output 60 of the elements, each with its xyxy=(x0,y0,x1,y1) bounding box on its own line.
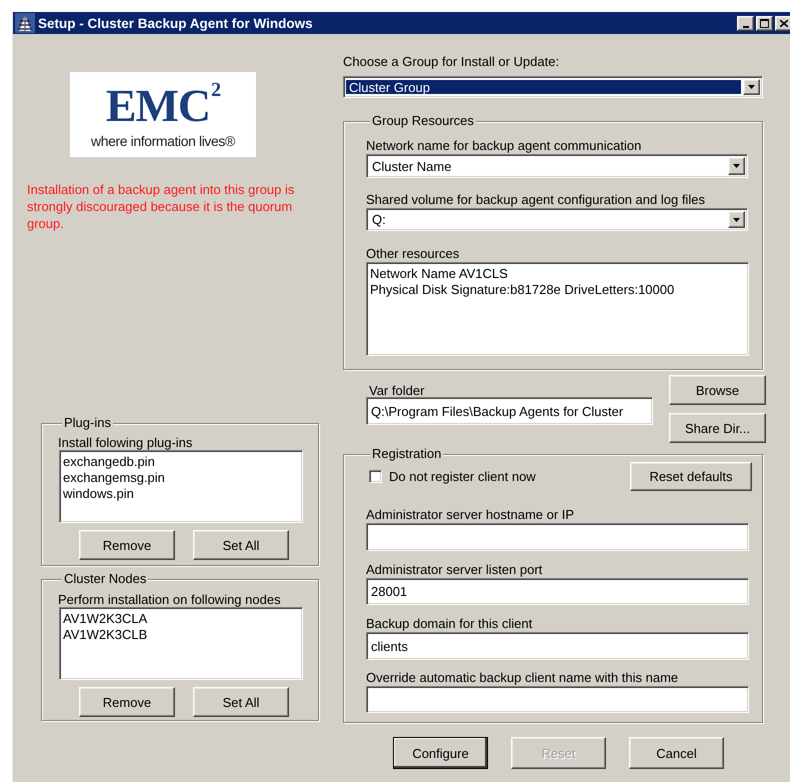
minimize-button[interactable] xyxy=(737,16,754,30)
warning-message: Installation of a backup agent into this group is strongly discouraged because it is the quorum group. xyxy=(27,181,296,232)
caret-icon xyxy=(733,218,740,222)
group-title: Group Resources xyxy=(370,113,476,129)
list-label: Install folowing plug-ins xyxy=(58,436,194,450)
list-item[interactable]: AV1W2K3CLB xyxy=(63,627,299,643)
dropdown-button[interactable] xyxy=(728,211,745,228)
field-label: Choose a Group for Install or Update: xyxy=(343,54,560,70)
text-field[interactable] xyxy=(366,686,749,713)
folder-button[interactable]: Browse xyxy=(669,375,766,405)
field-label: Administrator server hostname or IP xyxy=(366,507,576,523)
dialog-button[interactable]: Configure xyxy=(393,737,488,769)
text-field[interactable] xyxy=(366,523,749,551)
resource-line: Physical Disk Signature:b81728e DriveLetters:10000 xyxy=(370,282,676,298)
list-item[interactable]: exchangedb.pin xyxy=(63,454,299,470)
reset-defaults-button[interactable]: Reset defaults xyxy=(630,462,752,491)
checkbox-label: Do not register client now xyxy=(389,469,536,484)
logo-wordmark: EMC$^{2}$ xyxy=(106,84,220,128)
group-title: Registration xyxy=(370,446,444,462)
list-button[interactable]: Remove xyxy=(79,687,175,717)
resources-box[interactable]: Network Name AV1CLS Physical Disk Signature:b81728e DriveLetters:10000 xyxy=(366,262,749,356)
field-label: Backup domain for this client xyxy=(366,616,534,632)
field-label: Override automatic backup client name with this name xyxy=(366,670,680,686)
dropdown-button[interactable] xyxy=(743,79,760,95)
dropdown-button[interactable] xyxy=(728,157,745,175)
folder-button[interactable]: Share Dir... xyxy=(669,413,766,443)
field-label: Var folder xyxy=(369,384,426,397)
field-label: Administrator server listen port xyxy=(366,562,544,578)
list-label: Perform installation on following nodes xyxy=(58,593,282,607)
window-title: Setup - Cluster Backup Agent for Windows xyxy=(38,16,314,30)
field-label: Other resources xyxy=(366,246,460,262)
list-button[interactable]: Set All xyxy=(193,687,289,717)
text-field[interactable]: Q:\Program Files\Backup Agents for Cluster xyxy=(366,397,653,425)
list-item[interactable]: windows.pin xyxy=(63,486,299,502)
list-box[interactable]: exchangedb.pin exchangemsg.pin windows.pin xyxy=(59,450,303,523)
field-label: Shared volume for backup agent configuration and log files xyxy=(366,192,706,208)
checkbox[interactable] xyxy=(369,470,382,483)
list-item[interactable]: AV1W2K3CLA xyxy=(63,611,299,627)
list-button[interactable]: Set All xyxy=(193,530,289,560)
list-button[interactable]: Remove xyxy=(79,530,175,560)
logo-tagline: where information lives® xyxy=(91,133,235,149)
field-label: Network name for backup agent communication xyxy=(366,138,642,154)
text-field[interactable]: 28001 xyxy=(366,578,749,605)
maximize-icon xyxy=(760,18,769,28)
maximize-button[interactable] xyxy=(756,16,773,30)
list-box[interactable]: AV1W2K3CLA AV1W2K3CLB xyxy=(59,607,303,680)
minimize-icon xyxy=(742,26,748,28)
setup-icon[interactable] xyxy=(15,13,35,33)
caret-icon xyxy=(733,164,740,168)
list-item[interactable]: exchangemsg.pin xyxy=(63,470,299,486)
caret-icon xyxy=(748,85,755,89)
close-button[interactable] xyxy=(775,16,790,30)
dialog-button[interactable]: Cancel xyxy=(629,737,724,769)
dropdown[interactable]: Cluster Group xyxy=(343,76,763,98)
dropdown[interactable]: Cluster Name xyxy=(366,154,748,178)
group-title: Plug-ins xyxy=(62,415,113,431)
resource-line: Network Name AV1CLS xyxy=(370,266,509,282)
close-icon xyxy=(780,20,788,26)
text-field[interactable]: clients xyxy=(366,632,749,660)
dropdown[interactable]: Q: xyxy=(366,208,748,231)
